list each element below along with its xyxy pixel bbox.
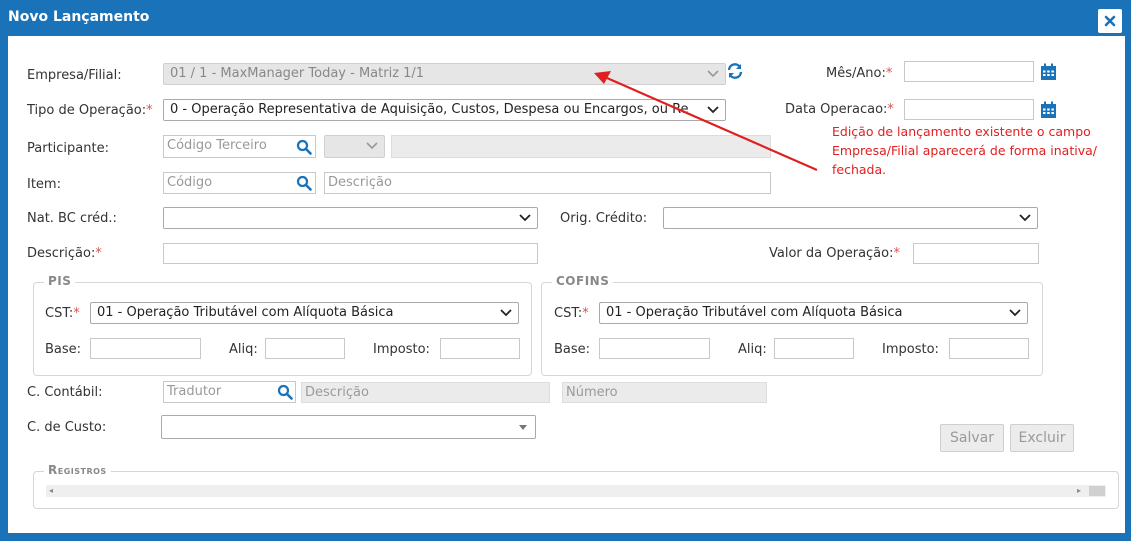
annotation-arrow (594, 71, 818, 172)
